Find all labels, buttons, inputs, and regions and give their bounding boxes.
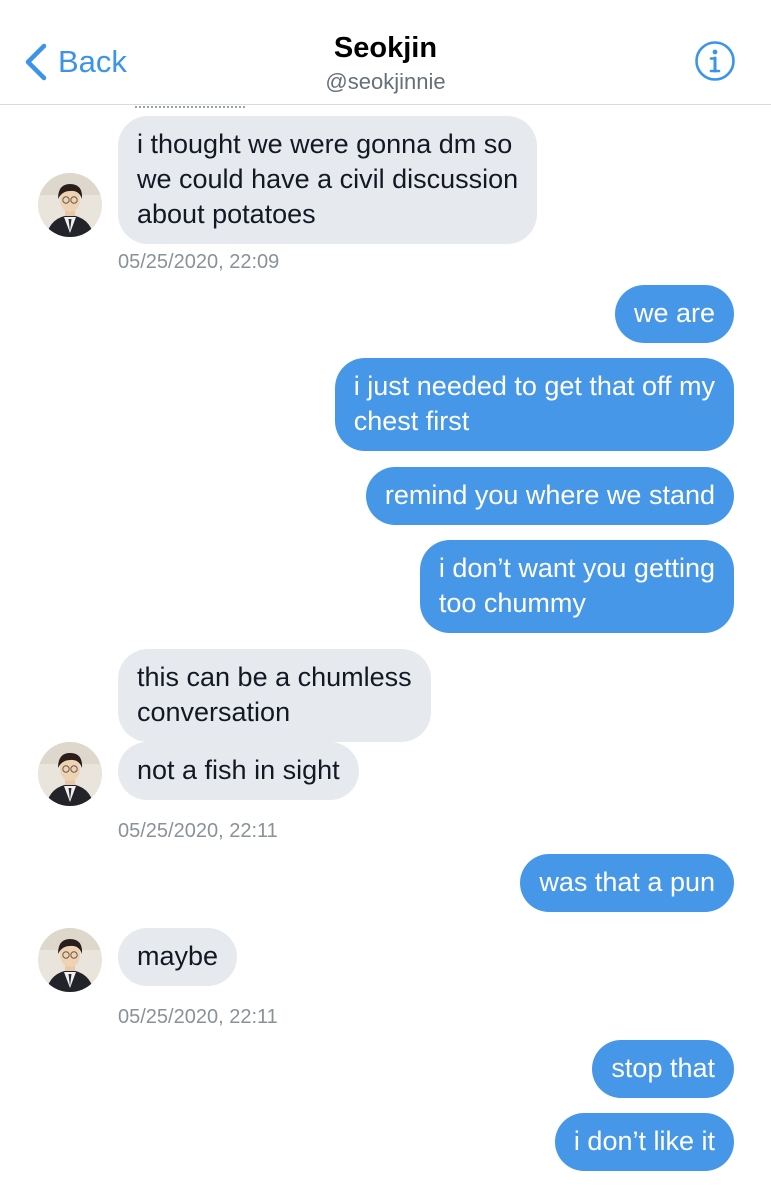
message-timestamp: 05/25/2020, 22:09 [118,251,280,273]
message-line: not a fish in sight [137,755,340,785]
message-bubble-outgoing[interactable]: i don’t want you getting too chummy [419,540,734,633]
contact-name: Seokjin [333,32,438,64]
message-line: remind you where we stand [384,480,715,510]
message-line: chest first [353,406,470,436]
contact-info: Seokjin @seokjinnie [0,30,771,96]
avatar[interactable] [38,173,102,237]
message-line: this can be a chumless [137,662,412,692]
message-bubble-outgoing[interactable]: we are [614,285,734,343]
avatar[interactable] [38,742,102,806]
message-bubble-outgoing[interactable]: i just needed to get that off my chest f… [334,358,734,451]
message-line: was that a pun [539,867,715,897]
message-bubble-incoming[interactable]: not a fish in sight [118,742,359,800]
message-line: i thought we were gonna dm so [137,129,513,159]
contact-handle: @seokjinnie [325,69,446,94]
message-bubble-outgoing[interactable]: remind you where we stand [365,467,734,525]
message-bubble-incoming[interactable]: this can be a chumless conversation [118,649,431,742]
message-bubble-outgoing[interactable]: was that a pun [520,854,734,912]
message-thread[interactable]: i thought we were gonna dm so we could h… [0,104,771,1200]
message-timestamp: 05/25/2020, 22:11 [118,820,278,842]
message-line: too chummy [438,588,586,618]
avatar[interactable] [38,928,102,992]
message-bubble-incoming[interactable]: maybe [118,928,238,986]
message-line: we could have a civil discussion [137,164,519,194]
message-bubble-incoming[interactable]: i thought we were gonna dm so we could h… [118,116,538,244]
message-bubble-outgoing[interactable]: i don’t like it [554,1113,734,1171]
previous-content-edge [135,104,245,108]
message-line: i don’t want you getting [438,553,715,583]
conversation-header: Back Seokjin @seokjinnie [0,0,771,105]
message-line: maybe [137,941,219,971]
message-line: we are [633,298,715,328]
message-line: conversation [137,697,291,727]
message-line: i just needed to get that off my [353,371,715,401]
message-bubble-outgoing[interactable]: stop that [592,1040,734,1098]
message-timestamp: 05/25/2020, 22:11 [118,1006,278,1028]
message-line: about potatoes [137,199,316,229]
message-line: i don’t like it [573,1126,715,1156]
message-line: stop that [611,1053,715,1083]
info-circle-icon[interactable] [694,40,736,82]
